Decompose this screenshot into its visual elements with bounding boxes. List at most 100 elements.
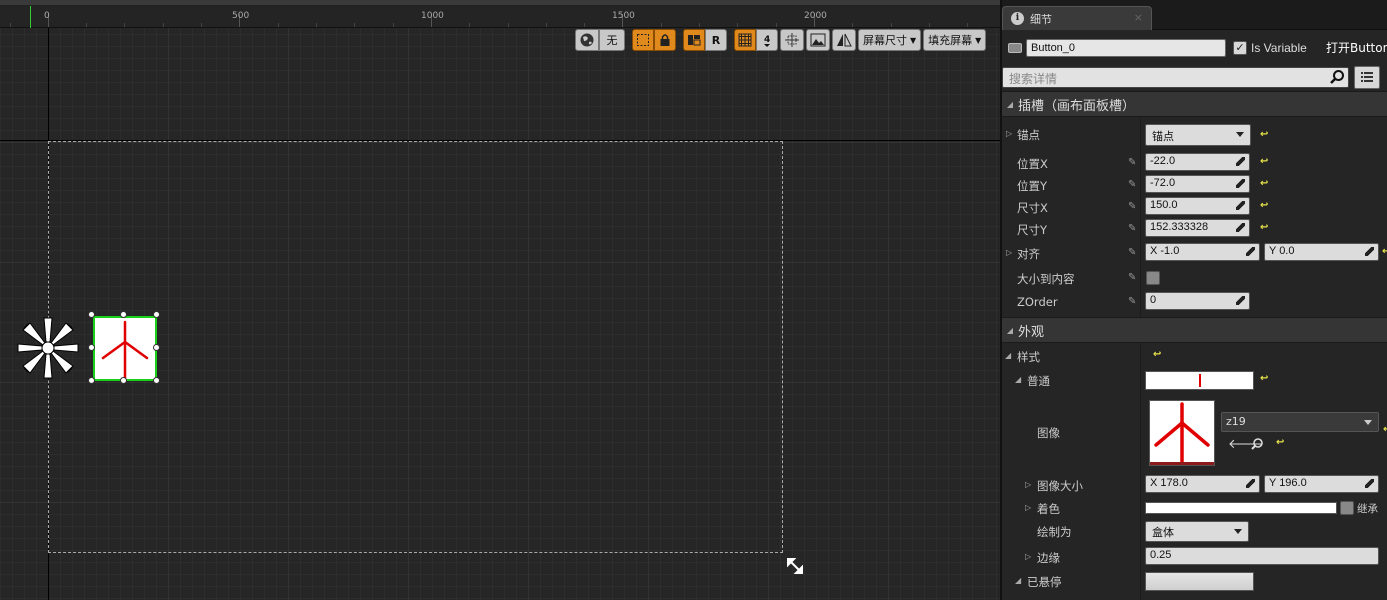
normal-brush-preview[interactable]	[1145, 371, 1254, 390]
image-size-x-field[interactable]: X 178.0	[1145, 475, 1260, 493]
keyframe-icon[interactable]: ✎	[1128, 247, 1136, 258]
inherit-checkbox[interactable]	[1340, 501, 1354, 515]
tint-color-swatch[interactable]	[1145, 502, 1337, 514]
alignment-y-field[interactable]: Y 0.0	[1264, 243, 1379, 261]
keyframe-icon[interactable]: ✎	[1128, 296, 1136, 307]
reset-arrow-icon[interactable]: ↩	[1383, 424, 1387, 435]
alignment-x-field[interactable]: X -1.0	[1145, 243, 1260, 261]
flip-icon	[837, 33, 852, 47]
anchor-flower-icon[interactable]	[14, 314, 82, 382]
browse-search-icon[interactable]	[1250, 437, 1264, 451]
open-button-link[interactable]: 打开Button	[1326, 39, 1387, 56]
reset-arrow-icon[interactable]: ↩	[1260, 222, 1268, 233]
collapsed-arrow-icon[interactable]: ▷	[1025, 552, 1031, 561]
position-y-label: 位置Y	[1017, 179, 1048, 193]
flip-button[interactable]	[832, 29, 856, 51]
list-view-icon	[1361, 72, 1373, 82]
image-size-x-value: X 178.0	[1150, 477, 1188, 489]
image-size-label: 图像大小	[1037, 479, 1083, 493]
hovered-brush-preview[interactable]	[1145, 572, 1254, 591]
resize-handle-w[interactable]	[88, 344, 95, 351]
reset-arrow-icon[interactable]: ↩	[1260, 156, 1268, 167]
search-icon[interactable]	[1329, 69, 1345, 85]
tab-details-label: 细节	[1030, 12, 1052, 26]
reset-arrow-icon[interactable]: ↩	[1153, 349, 1161, 360]
resize-handle-n[interactable]	[120, 311, 127, 318]
resize-handle-sw[interactable]	[88, 377, 95, 384]
localization-globe-button[interactable]	[575, 29, 599, 51]
position-y-field[interactable]: -72.0	[1145, 175, 1250, 193]
tint-label: 着色	[1037, 502, 1060, 516]
screen-size-dropdown[interactable]: 屏幕尺寸 ▼	[858, 29, 922, 51]
collapsed-arrow-icon[interactable]: ▷	[1006, 248, 1012, 257]
close-icon[interactable]: ×	[1134, 11, 1143, 24]
resize-handle-nw[interactable]	[88, 311, 95, 318]
image-label: 图像	[1037, 426, 1060, 440]
reset-arrow-icon[interactable]: ↩	[1276, 437, 1284, 448]
image-size-y-field[interactable]: Y 196.0	[1264, 475, 1379, 493]
is-variable-label: Is Variable	[1251, 41, 1307, 55]
designer-toolbar: 无 R 4 屏幕尺寸 ▼ 填充屏幕 ▼	[575, 29, 987, 53]
draw-as-dropdown[interactable]: 盒体	[1145, 521, 1249, 542]
reset-r-button[interactable]: R	[705, 29, 727, 51]
background-image-button[interactable]	[806, 29, 830, 51]
size-y-field[interactable]: 152.333328	[1145, 219, 1250, 237]
row-size-y: 尺寸Y ✎ 152.333328 ↩	[1002, 219, 1387, 241]
lock-toggle-button[interactable]	[654, 29, 676, 51]
collapsed-arrow-icon[interactable]: ▷	[1025, 480, 1031, 489]
expanded-arrow-icon[interactable]: ◢	[1015, 375, 1021, 384]
canvas-resize-icon[interactable]	[786, 557, 804, 575]
fill-screen-dropdown[interactable]: 填充屏幕 ▼	[923, 29, 987, 51]
image-asset-name: z19	[1226, 415, 1246, 428]
widget-name-input[interactable]: Button_0	[1026, 39, 1226, 57]
image-asset-dropdown[interactable]: z19	[1221, 412, 1379, 432]
reset-arrow-icon[interactable]: ↩	[1260, 129, 1268, 140]
keyframe-icon[interactable]: ✎	[1128, 179, 1136, 190]
size-x-field[interactable]: 150.0	[1145, 197, 1250, 215]
designer-viewport[interactable]: 0 500 1000 1500 2000 无 R 4 屏幕尺寸 ▼ 填充屏幕 ▼	[0, 0, 1000, 600]
reset-arrow-icon[interactable]: ↩	[1260, 373, 1268, 384]
anchors-dropdown[interactable]: 锚点	[1145, 124, 1251, 146]
chevron-down-icon: ▼	[975, 35, 982, 45]
collapsed-arrow-icon[interactable]: ▷	[1025, 503, 1031, 512]
transform-button[interactable]	[780, 29, 804, 51]
row-size-x: 尺寸X ✎ 150.0 ↩	[1002, 197, 1387, 219]
reset-arrow-icon[interactable]: ↩	[1260, 200, 1268, 211]
outline-toggle-button[interactable]	[632, 29, 654, 51]
margin-field[interactable]: 0.25	[1145, 547, 1379, 565]
section-appearance-header[interactable]: ◢ 外观	[1002, 317, 1387, 343]
details-search-input[interactable]: 搜索详情	[1002, 67, 1349, 88]
keyframe-icon[interactable]: ✎	[1128, 223, 1136, 234]
is-variable-checkbox[interactable]: ✓	[1233, 41, 1247, 55]
size-to-content-checkbox[interactable]	[1146, 271, 1160, 285]
tab-details[interactable]: i 细节 ×	[1002, 6, 1152, 30]
reset-arrow-icon[interactable]: ↩	[1260, 178, 1268, 189]
layout-lock-icon	[688, 35, 701, 46]
chevron-down-icon	[1364, 420, 1372, 425]
reset-arrow-icon[interactable]: ↩	[1382, 246, 1387, 257]
size-y-label: 尺寸Y	[1017, 223, 1048, 237]
grid-size-button[interactable]: 4	[756, 29, 778, 51]
resize-handle-s[interactable]	[120, 377, 127, 384]
respect-locks-button[interactable]	[683, 29, 705, 51]
section-slot-header[interactable]: ◢ 插槽（画布面板槽）	[1002, 91, 1387, 117]
expanded-arrow-icon[interactable]: ◢	[1015, 576, 1021, 585]
position-x-field[interactable]: -22.0	[1145, 153, 1250, 171]
collapsed-arrow-icon[interactable]: ▷	[1006, 129, 1012, 138]
zorder-field[interactable]: 0	[1145, 292, 1250, 310]
keyframe-icon[interactable]: ✎	[1128, 201, 1136, 212]
resize-handle-ne[interactable]	[153, 311, 160, 318]
grid-snap-button[interactable]	[734, 29, 756, 51]
keyframe-icon[interactable]: ✎	[1128, 272, 1136, 283]
dashed-outline-icon	[637, 34, 649, 46]
resize-handle-e[interactable]	[153, 344, 160, 351]
view-options-button[interactable]	[1354, 66, 1380, 89]
widget-name-bar: Button_0 ✓ Is Variable 打开Button	[1002, 36, 1387, 60]
image-thumbnail[interactable]	[1149, 400, 1215, 466]
keyframe-icon[interactable]: ✎	[1128, 157, 1136, 168]
resize-handle-se[interactable]	[153, 377, 160, 384]
selected-button-widget[interactable]	[93, 316, 157, 381]
expanded-arrow-icon[interactable]: ◢	[1005, 351, 1011, 360]
culture-none-button[interactable]: 无	[599, 29, 625, 51]
row-position-y: 位置Y ✎ -72.0 ↩	[1002, 175, 1387, 197]
